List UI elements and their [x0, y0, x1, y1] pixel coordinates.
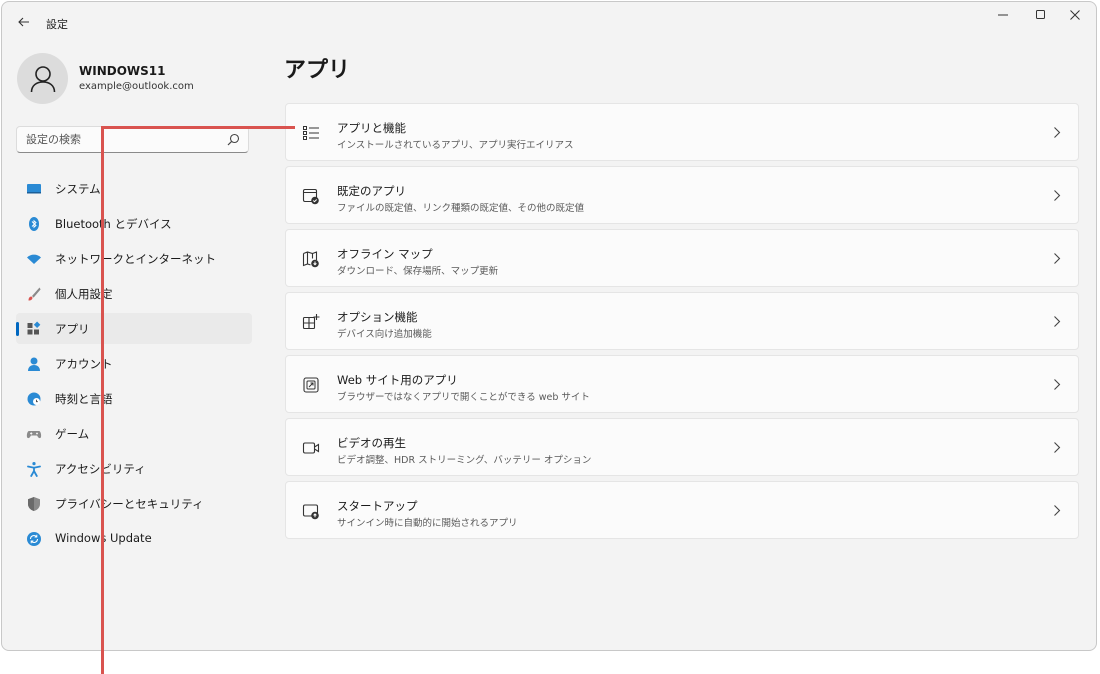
selection-indicator — [16, 322, 19, 336]
card-subtitle: ブラウザーではなくアプリで開くことができる web サイト — [337, 392, 590, 403]
minimize-button[interactable] — [986, 4, 1020, 26]
maximize-button[interactable] — [1024, 4, 1058, 26]
page-title: アプリ — [284, 58, 351, 83]
search-box[interactable] — [16, 126, 249, 153]
sidebar-item-bluetooth[interactable]: Bluetooth とデバイス — [16, 208, 252, 239]
add-feature-icon — [302, 314, 320, 330]
gamepad-icon — [26, 431, 42, 439]
title-bar: 設定 — [2, 2, 1096, 42]
card-subtitle: ファイルの既定値、リンク種類の既定値、その他の既定値 — [337, 203, 585, 214]
sidebar-item-network[interactable]: ネットワークとインターネット — [16, 243, 252, 274]
minimize-icon — [998, 14, 1008, 16]
open-link-icon — [303, 377, 319, 393]
chevron-right-icon — [1054, 190, 1061, 201]
list-icon — [303, 126, 319, 140]
brush-icon — [28, 287, 41, 301]
chevron-right-icon — [1054, 379, 1061, 390]
sidebar-item-gaming[interactable]: ゲーム — [16, 418, 252, 449]
chevron-right-icon — [1054, 442, 1061, 453]
apps-icon — [27, 321, 41, 335]
card-apps-for-websites[interactable]: Web サイト用のアプリ ブラウザーではなくアプリで開くことができる web サ… — [285, 355, 1079, 413]
settings-window: 設定 WINDOWS11 example@outlook.com 設定の検索 シ… — [1, 1, 1097, 651]
sidebar-item-label: Bluetooth とデバイス — [55, 217, 172, 231]
sidebar-item-label: システム — [55, 182, 101, 196]
sidebar-item-personalization[interactable]: 個人用設定 — [16, 278, 252, 309]
user-icon — [30, 65, 55, 92]
monitor-icon — [27, 184, 41, 194]
back-arrow-icon — [18, 17, 29, 27]
card-title: スタートアップ — [337, 499, 418, 513]
window-title: 設定 — [46, 18, 68, 31]
chevron-right-icon — [1054, 316, 1061, 327]
search-input[interactable] — [26, 131, 221, 148]
annotation-callout-line — [101, 126, 104, 674]
sidebar-item-label: プライバシーとセキュリティ — [55, 497, 204, 511]
card-subtitle: インストールされているアプリ、アプリ実行エイリアス — [337, 140, 574, 151]
close-button[interactable] — [1058, 4, 1092, 26]
back-button[interactable] — [10, 8, 38, 36]
update-icon — [27, 532, 41, 546]
sidebar-item-label: アプリ — [55, 322, 90, 336]
user-email: example@outlook.com — [79, 81, 194, 92]
card-startup[interactable]: スタートアップ サインイン時に自動的に開始されるアプリ — [285, 481, 1079, 539]
sidebar-item-accounts[interactable]: アカウント — [16, 348, 252, 379]
maximize-icon — [1036, 10, 1045, 19]
sidebar-item-time-language[interactable]: 時刻と言語 — [16, 383, 252, 414]
card-title: オフライン マップ — [337, 247, 433, 261]
shield-icon — [28, 497, 40, 511]
card-title: 既定のアプリ — [337, 184, 406, 198]
sidebar-item-accessibility[interactable]: アクセシビリティ — [16, 453, 252, 484]
card-default-apps[interactable]: 既定のアプリ ファイルの既定値、リンク種類の既定値、その他の既定値 — [285, 166, 1079, 224]
card-apps-features[interactable]: アプリと機能 インストールされているアプリ、アプリ実行エイリアス — [285, 103, 1079, 161]
startup-icon — [302, 504, 319, 520]
wifi-icon — [27, 254, 41, 264]
card-subtitle: ビデオ調整、HDR ストリーミング、バッテリー オプション — [337, 455, 592, 466]
sidebar-item-apps[interactable]: アプリ — [16, 313, 252, 344]
card-offline-maps[interactable]: オフライン マップ ダウンロード、保存場所、マップ更新 — [285, 229, 1079, 287]
chevron-right-icon — [1054, 127, 1061, 138]
video-icon — [302, 442, 320, 454]
card-title: ビデオの再生 — [337, 436, 406, 450]
sidebar-item-label: ゲーム — [55, 427, 90, 441]
card-subtitle: ダウンロード、保存場所、マップ更新 — [337, 266, 499, 277]
search-icon[interactable] — [227, 133, 240, 146]
chevron-right-icon — [1054, 253, 1061, 264]
user-name: WINDOWS11 — [79, 64, 166, 78]
card-optional-features[interactable]: オプション機能 デバイス向け追加機能 — [285, 292, 1079, 350]
chevron-right-icon — [1054, 505, 1061, 516]
card-subtitle: サインイン時に自動的に開始されるアプリ — [337, 518, 518, 529]
globe-clock-icon — [27, 392, 41, 406]
card-title: オプション機能 — [337, 310, 418, 324]
card-subtitle: デバイス向け追加機能 — [337, 329, 432, 340]
card-title: アプリと機能 — [337, 121, 406, 135]
account-icon — [28, 357, 40, 371]
sidebar-item-privacy[interactable]: プライバシーとセキュリティ — [16, 488, 252, 519]
accessibility-icon — [27, 462, 41, 477]
sidebar-item-system[interactable]: システム — [16, 173, 252, 204]
card-title: Web サイト用のアプリ — [337, 373, 458, 387]
sidebar-nav: システム Bluetooth とデバイス ネットワークとインターネット 個人用設… — [16, 173, 252, 558]
default-apps-icon — [302, 188, 319, 205]
annotation-callout-line — [101, 126, 295, 129]
offline-map-icon — [302, 251, 319, 268]
close-icon — [1070, 10, 1080, 20]
settings-cards: アプリと機能 インストールされているアプリ、アプリ実行エイリアス 既定のアプリ … — [285, 103, 1079, 544]
card-video-playback[interactable]: ビデオの再生 ビデオ調整、HDR ストリーミング、バッテリー オプション — [285, 418, 1079, 476]
bluetooth-icon — [29, 217, 39, 231]
sidebar-item-label: ネットワークとインターネット — [55, 252, 216, 266]
sidebar-item-windows-update[interactable]: Windows Update — [16, 523, 252, 554]
avatar[interactable] — [17, 53, 68, 104]
